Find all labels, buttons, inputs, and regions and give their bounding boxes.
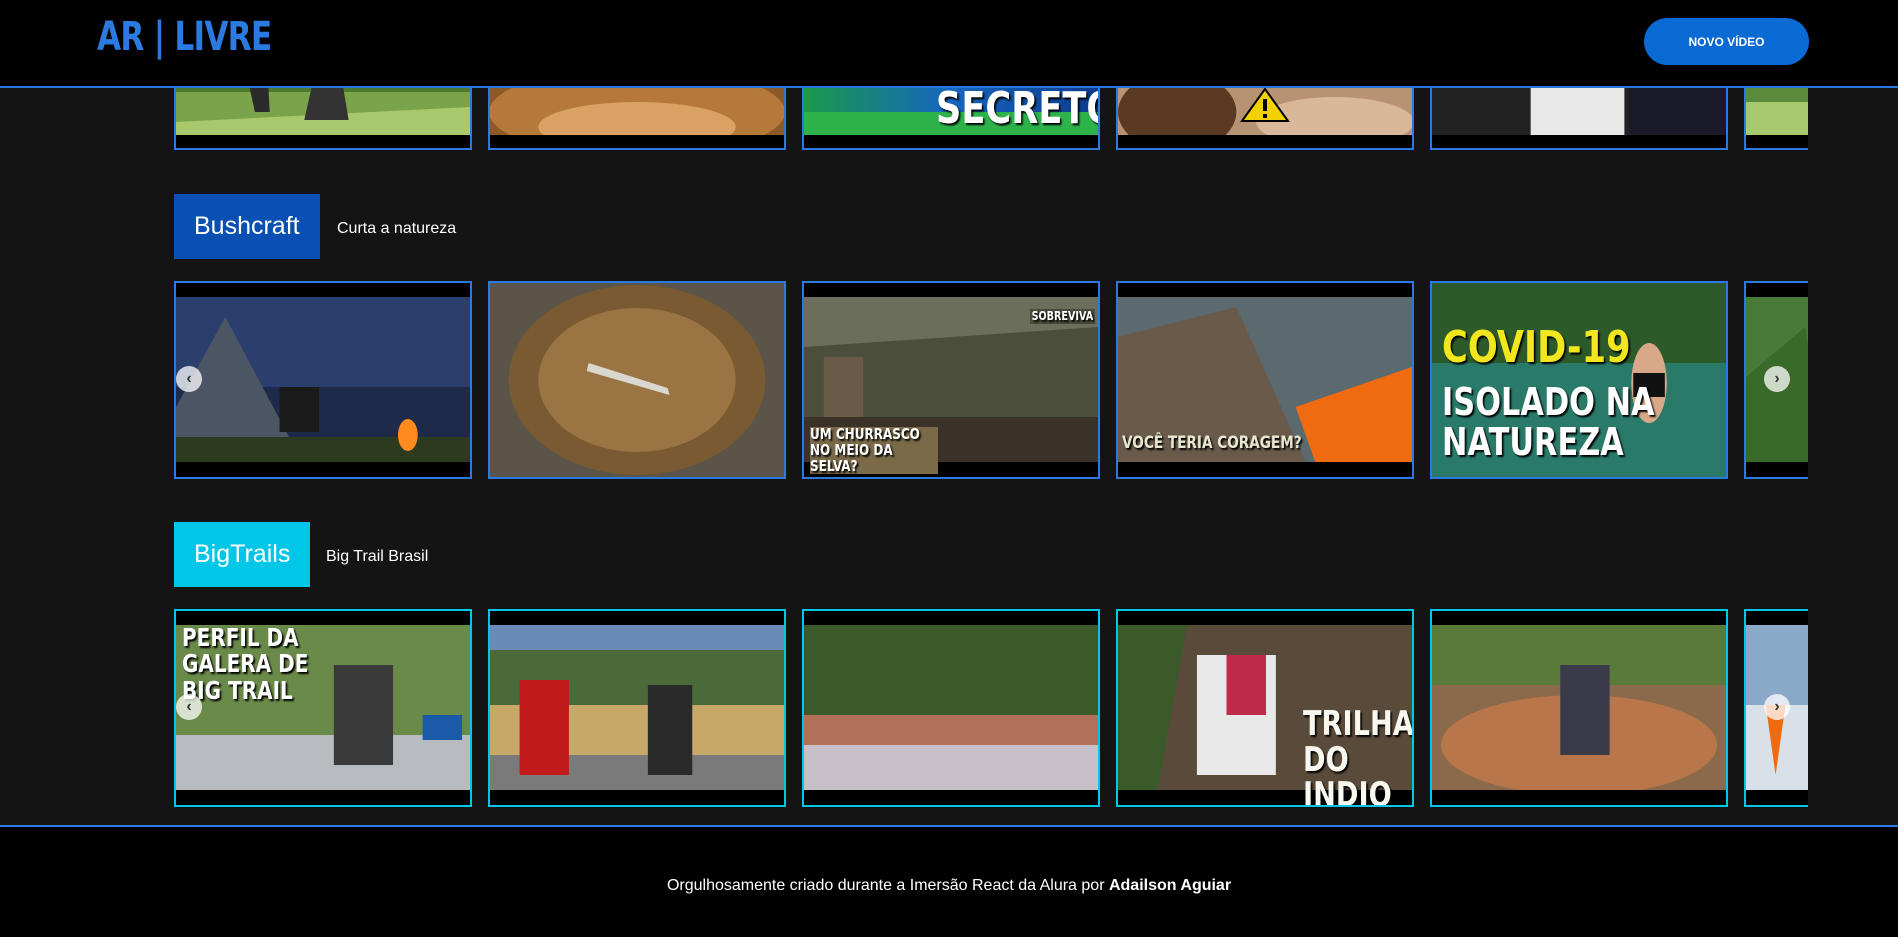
warning-icon [1240, 87, 1290, 122]
category-description: Big Trail Brasil [326, 548, 429, 565]
video-card[interactable]: SOBREVIVA UM CHURRASCO NO MEIO DA SELVA? [802, 281, 1100, 479]
category-badge-bushcraft[interactable]: Bushcraft [174, 194, 320, 259]
video-card[interactable] [174, 281, 472, 479]
new-video-button[interactable]: NOVO VÍDEO [1644, 18, 1809, 65]
video-thumbnail [1432, 625, 1726, 790]
carousel-next-arrow[interactable]: › [1764, 694, 1790, 720]
video-thumbnail [490, 625, 784, 790]
video-row-bushcraft: SOBREVIVA UM CHURRASCO NO MEIO DA SELVA?… [174, 281, 1808, 479]
page-footer: Orgulhosamente criado durante a Imersão … [0, 825, 1898, 937]
video-card[interactable] [1430, 609, 1728, 807]
video-tag: SOBREVIVA [1030, 309, 1095, 324]
video-thumbnail [490, 283, 784, 477]
video-card[interactable] [488, 609, 786, 807]
top-navigation-bar: AR | LIVRE NOVO VÍDEO [0, 0, 1898, 88]
carousel-prev-arrow[interactable]: ‹ [176, 366, 202, 392]
video-card[interactable] [802, 609, 1100, 807]
footer-text: Orgulhosamente criado durante a Imersão … [0, 877, 1898, 895]
carousel-next-arrow[interactable]: › [1764, 366, 1790, 392]
category-badge-bigtrails[interactable]: BigTrails [174, 522, 311, 587]
video-thumbnail [176, 297, 470, 462]
video-card[interactable] [488, 281, 786, 479]
video-caption: VOCÊ TERIA CORAGEM? [1122, 433, 1302, 453]
carousel-prev-arrow[interactable]: ‹ [176, 694, 202, 720]
video-caption: TRILHA DO INDIO !!! [1303, 704, 1414, 807]
site-logo[interactable]: AR | LIVRE [97, 14, 272, 60]
footer-credit: Orgulhosamente criado durante a Imersão … [666, 877, 1109, 894]
video-caption-secondary: ISOLADO NA NATUREZA [1442, 380, 1655, 464]
video-caption: PERFIL DA GALERA DE BIG TRAIL [182, 623, 309, 705]
video-card[interactable]: TRILHA DO INDIO !!! [1116, 609, 1414, 807]
video-row-bigtrails: PERFIL DA GALERA DE BIG TRAIL TRILHA DO … [174, 609, 1808, 807]
video-card[interactable]: VOCÊ TERIA CORAGEM? [1116, 281, 1414, 479]
footer-author: Adailson Aguiar [1108, 877, 1232, 894]
video-thumbnail [804, 625, 1098, 790]
video-card[interactable]: COVID-19 ISOLADO NA NATUREZA [1430, 281, 1728, 479]
category-description: Curta a natureza [337, 220, 457, 237]
video-card[interactable]: PERFIL DA GALERA DE BIG TRAIL [174, 609, 472, 807]
video-caption: COVID-19 [1442, 322, 1631, 373]
video-caption: SECRETO [936, 83, 1100, 134]
video-caption: UM CHURRASCO NO MEIO DA SELVA? [810, 426, 938, 475]
